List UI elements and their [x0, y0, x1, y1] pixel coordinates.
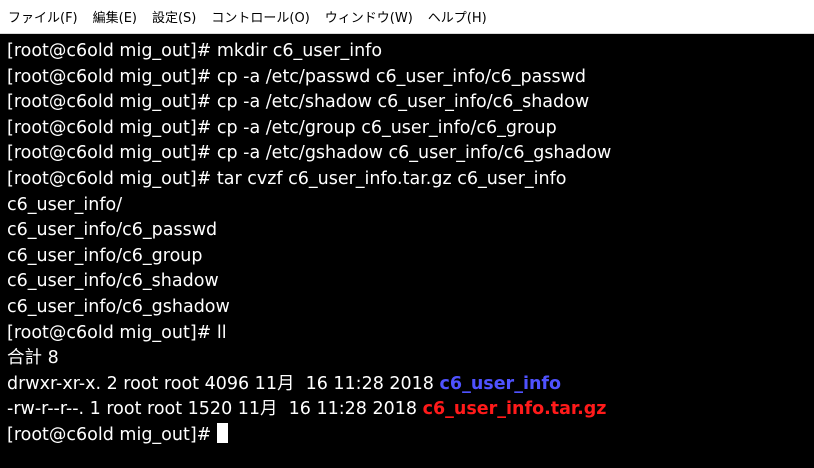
terminal-output[interactable]: [root@c6old mig_out]# mkdir c6_user_info… [0, 34, 814, 468]
terminal-prompt-line[interactable]: [root@c6old mig_out]# [7, 422, 814, 449]
text-cursor [216, 422, 228, 443]
menu-settings[interactable]: 設定(S) [152, 7, 196, 26]
terminal-line-ll: [root@c6old mig_out]# ll [7, 322, 227, 343]
listing-row-archive: -rw-r--r--. 1 root root 1520 11月 16 11:2… [7, 397, 814, 423]
listing-meta: drwxr-xr-x. 2 root root 4096 11月 16 11:2… [7, 373, 440, 394]
listing-archive-name: c6_user_info.tar.gz [422, 399, 607, 420]
menu-bar: ファイル(F) 編集(E) 設定(S) コントロール(O) ウィンドウ(W) ヘ… [0, 0, 814, 34]
menu-window[interactable]: ウィンドウ(W) [325, 7, 413, 26]
listing-directory-name: c6_user_info [439, 373, 562, 394]
terminal-line-cp-shadow: [root@c6old mig_out]# cp -a /etc/shadow … [7, 92, 590, 113]
terminal-line-tar-output: c6_user_info/ [7, 194, 123, 215]
menu-edit[interactable]: 編集(E) [93, 7, 137, 26]
terminal-line-tar-output: c6_user_info/c6_group [7, 245, 203, 266]
listing-meta: -rw-r--r--. 1 root root 1520 11月 16 11:2… [7, 399, 423, 420]
terminal-line-cp-gshadow: [root@c6old mig_out]# cp -a /etc/gshadow… [7, 143, 612, 164]
terminal-line-tar-output: c6_user_info/c6_gshadow [7, 296, 230, 317]
terminal-line-total: 合計 8 [7, 348, 59, 369]
terminal-window: ファイル(F) 編集(E) 設定(S) コントロール(O) ウィンドウ(W) ヘ… [0, 0, 814, 468]
listing-row-directory: drwxr-xr-x. 2 root root 4096 11月 16 11:2… [7, 372, 814, 398]
terminal-line-tar-output: c6_user_info/c6_passwd [7, 220, 218, 241]
menu-file[interactable]: ファイル(F) [8, 7, 78, 26]
terminal-line-tar-output: c6_user_info/c6_shadow [7, 271, 219, 292]
menu-control[interactable]: コントロール(O) [211, 7, 309, 26]
menu-help[interactable]: ヘルプ(H) [428, 7, 487, 26]
terminal-line-cp-passwd: [root@c6old mig_out]# cp -a /etc/passwd … [7, 66, 587, 87]
shell-prompt: [root@c6old mig_out]# [7, 424, 217, 445]
terminal-line-mkdir: [root@c6old mig_out]# mkdir c6_user_info [7, 41, 383, 61]
terminal-line-tar: [root@c6old mig_out]# tar cvzf c6_user_i… [7, 168, 567, 189]
terminal-line-cp-group: [root@c6old mig_out]# cp -a /etc/group c… [7, 117, 557, 138]
